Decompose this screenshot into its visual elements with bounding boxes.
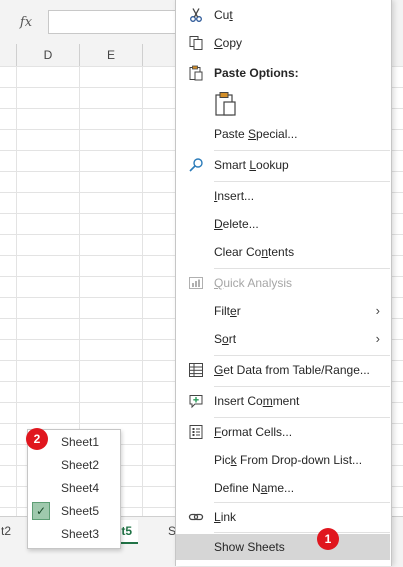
- menu-label: Clear Co: [214, 245, 262, 259]
- menu-label: Insert Co: [214, 394, 263, 408]
- sheet-list-item-label: Sheet5: [61, 504, 100, 518]
- menu-accelerator: D: [214, 217, 223, 231]
- grid-line: [16, 66, 17, 516]
- column-header-partial[interactable]: [0, 44, 17, 66]
- menu-item-define-name[interactable]: Define Name...: [176, 475, 390, 501]
- menu-label: me...: [267, 481, 295, 495]
- menu-item-delete[interactable]: Delete...: [176, 211, 390, 237]
- menu-item-insert-comment[interactable]: Insert Comment: [176, 388, 390, 414]
- checkmark-icon: ✓: [32, 502, 50, 520]
- menu-label: From Drop-down List...: [236, 453, 363, 467]
- menu-accelerator: C: [214, 36, 223, 50]
- comment-icon: [187, 392, 205, 410]
- menu-accelerator: G: [214, 363, 224, 377]
- context-menu: Cut Copy Paste Options: Paste Special...…: [175, 0, 392, 566]
- menu-separator: [214, 181, 390, 182]
- menu-label: pecial...: [256, 127, 298, 141]
- menu-label: Paste Options:: [214, 66, 299, 80]
- formula-input[interactable]: [48, 10, 188, 34]
- menu-label: Define N: [214, 481, 261, 495]
- insert-function-button[interactable]: fx: [6, 10, 46, 34]
- menu-item-show-sheets[interactable]: Show Sheets: [176, 534, 390, 560]
- menu-item-paste-special[interactable]: Paste Special...: [176, 121, 390, 147]
- sheet-list-item-sheet3[interactable]: Sheet3: [28, 523, 120, 546]
- chevron-right-icon: ›: [375, 331, 380, 346]
- menu-accelerator: Q: [214, 276, 224, 290]
- scissors-icon: [187, 6, 205, 24]
- menu-separator: [214, 355, 390, 356]
- sheet-tab-partial-left[interactable]: t2: [1, 520, 11, 542]
- menu-label: r: [236, 304, 241, 318]
- menu-item-get-data[interactable]: Get Data from Table/Range...: [176, 357, 390, 383]
- menu-label: S: [214, 332, 223, 346]
- menu-label: uick Analysis: [223, 276, 293, 290]
- menu-separator: [214, 417, 390, 418]
- menu-item-quick-analysis: Quick Analysis: [176, 270, 390, 296]
- sheet-list-item-label: Sheet4: [61, 481, 100, 495]
- grid-line: [142, 66, 143, 516]
- sheet-list-item-label: Sheet3: [61, 527, 100, 541]
- sheet-list-item-sheet2[interactable]: Sheet2: [28, 454, 120, 477]
- menu-label: rt: [228, 332, 237, 346]
- sheet-list-item-sheet4[interactable]: Sheet4: [28, 477, 120, 500]
- table-icon: [187, 361, 205, 379]
- menu-label: ookup: [256, 158, 289, 172]
- menu-separator: [214, 532, 390, 533]
- menu-separator: [214, 150, 390, 151]
- menu-item-filter[interactable]: Filter ›: [176, 298, 390, 324]
- menu-accelerator: S: [248, 127, 257, 141]
- format-cells-icon: [187, 423, 205, 441]
- menu-item-pick-from-dropdown[interactable]: Pick From Drop-down List...: [176, 447, 390, 473]
- menu-item-sort[interactable]: Sort ›: [176, 326, 390, 352]
- menu-label: Smart: [214, 158, 250, 172]
- menu-accelerator: L: [214, 510, 221, 524]
- copy-icon: [187, 34, 205, 52]
- menu-label: elete...: [222, 217, 259, 231]
- menu-label: ormat Cells...: [221, 425, 293, 439]
- link-icon: [187, 508, 205, 526]
- menu-label: Pic: [214, 453, 231, 467]
- menu-accelerator: m: [262, 394, 273, 408]
- column-header-e[interactable]: E: [80, 44, 143, 66]
- menu-label: ink: [220, 510, 237, 524]
- menu-label: tents: [268, 245, 295, 259]
- quick-analysis-icon: [187, 274, 205, 292]
- menu-label: Paste: [214, 127, 249, 141]
- menu-accelerator: e: [230, 304, 237, 318]
- sheet-list-item-label: Sheet2: [61, 458, 100, 472]
- menu-label: Filt: [214, 304, 230, 318]
- menu-label: Show Sheets: [214, 540, 285, 554]
- menu-accelerator: o: [222, 332, 229, 346]
- menu-label: opy: [222, 36, 243, 50]
- menu-item-cut[interactable]: Cut: [176, 2, 390, 28]
- menu-item-insert[interactable]: Insert...: [176, 183, 390, 209]
- sheet-list-item-label: Sheet1: [61, 435, 100, 449]
- menu-label: nsert...: [217, 189, 255, 203]
- paste-options-icon: [187, 64, 205, 82]
- step-badge-1: 1: [317, 528, 339, 550]
- menu-separator: [214, 268, 390, 269]
- menu-accelerator: t: [229, 8, 233, 22]
- step-badge-2: 2: [26, 428, 48, 450]
- sheet-list-item-sheet5[interactable]: ✓ Sheet5: [28, 500, 120, 523]
- paste-clipboard-icon[interactable]: [214, 91, 238, 117]
- menu-header-paste-options: Paste Options:: [176, 60, 390, 86]
- search-icon: [187, 156, 205, 174]
- menu-label: Cu: [214, 8, 230, 22]
- fx-icon: fx: [19, 14, 33, 30]
- chevron-right-icon: ›: [375, 303, 380, 318]
- menu-label: ment: [272, 394, 300, 408]
- menu-item-smart-lookup[interactable]: Smart Lookup: [176, 152, 390, 178]
- menu-item-clear-contents[interactable]: Clear Contents: [176, 239, 390, 265]
- menu-separator: [214, 386, 390, 387]
- menu-separator: [214, 502, 390, 503]
- menu-item-format-cells[interactable]: Format Cells...: [176, 419, 390, 445]
- menu-item-link[interactable]: Link: [176, 504, 390, 530]
- menu-label: et Data from Table/Range...: [223, 363, 370, 377]
- menu-item-copy[interactable]: Copy: [176, 30, 390, 56]
- column-header-d[interactable]: D: [17, 44, 80, 66]
